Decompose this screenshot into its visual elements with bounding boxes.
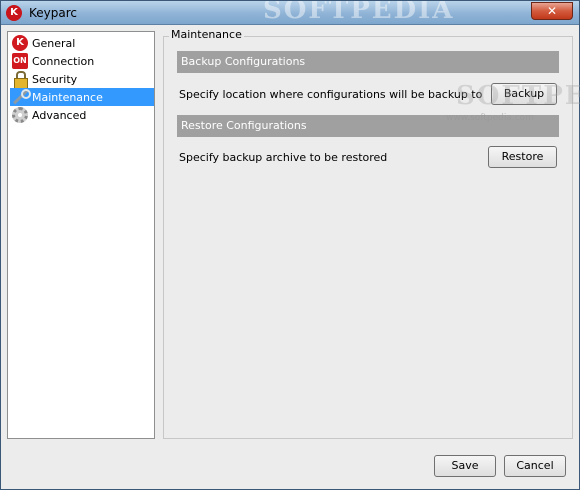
title-bar[interactable]: K Keyparc SOFTPEDIA ✕ — [1, 1, 579, 25]
backup-section-header: Backup Configurations — [177, 51, 559, 73]
sidebar-item-label: General — [32, 36, 76, 50]
save-button[interactable]: Save — [434, 455, 496, 477]
main-window: K Keyparc SOFTPEDIA ✕ K General ON Conne… — [0, 0, 580, 490]
lock-icon — [12, 71, 28, 89]
close-button[interactable]: ✕ — [531, 2, 573, 20]
sidebar-item-advanced[interactable]: Advanced — [10, 106, 154, 124]
sidebar-item-label: Security — [32, 72, 78, 86]
gear-icon — [12, 107, 28, 123]
sidebar-item-connection[interactable]: ON Connection — [10, 52, 154, 70]
sidebar-item-security[interactable]: Security — [10, 70, 154, 89]
softpedia-watermark-url: www.softpedia.com — [446, 113, 534, 123]
sidebar-item-general[interactable]: K General — [10, 34, 154, 52]
restore-button[interactable]: Restore — [488, 146, 557, 168]
sidebar-item-label: Maintenance — [32, 90, 103, 104]
panel-title: Maintenance — [169, 28, 244, 41]
app-logo-icon: K — [6, 5, 22, 21]
restore-description: Specify backup archive to be restored — [179, 151, 388, 164]
k-logo-icon: K — [12, 35, 28, 51]
cancel-button[interactable]: Cancel — [504, 455, 566, 477]
softpedia-watermark-logo: SOFTPEDIA — [456, 81, 580, 111]
window-title: Keyparc — [29, 6, 77, 20]
title-watermark: SOFTPEDIA — [263, 1, 455, 25]
wrench-icon — [12, 89, 31, 105]
backup-description: Specify location where configurations wi… — [179, 88, 483, 101]
connection-icon: ON — [12, 53, 28, 69]
sidebar-item-label: Connection — [32, 54, 95, 68]
sidebar-item-maintenance[interactable]: Maintenance — [10, 88, 154, 106]
sidebar-item-label: Advanced — [32, 108, 87, 122]
sidebar-nav: K General ON Connection Security Mainten… — [7, 31, 155, 439]
